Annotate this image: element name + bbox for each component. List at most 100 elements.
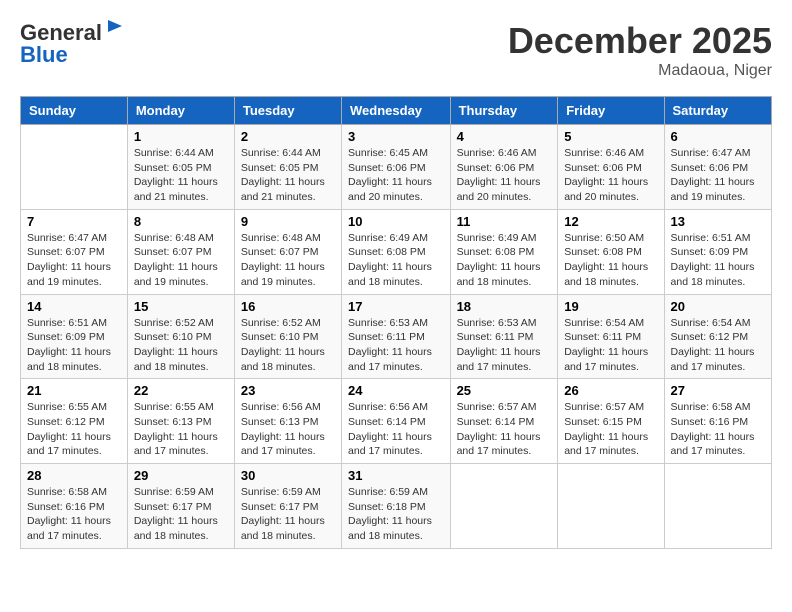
calendar-day-cell: 12Sunrise: 6:50 AM Sunset: 6:08 PM Dayli… (558, 209, 664, 294)
day-detail: Sunrise: 6:51 AM Sunset: 6:09 PM Dayligh… (671, 231, 765, 290)
calendar-day-cell: 31 Sunrise: 6:59 AM Sunset: 6:18 PM Dayli… (342, 464, 451, 549)
day-detail: Sunrise: 6:58 AM Sunset: 6:16 PM Dayligh… (671, 400, 765, 459)
day-detail: Sunrise: 6:51 AM Sunset: 6:09 PM Dayligh… (27, 316, 121, 375)
calendar-day-cell: 17 Sunrise: 6:53 AM Sunset: 6:11 PM Dayli… (342, 294, 451, 379)
month-title: December 2025 (508, 20, 772, 62)
calendar-day-cell: 5 Sunrise: 6:46 AM Sunset: 6:06 PM Daylig… (558, 125, 664, 210)
day-number: 27 (671, 383, 765, 398)
calendar-day-cell: 24 Sunrise: 6:56 AM Sunset: 6:14 PM Dayli… (342, 379, 451, 464)
day-detail: Sunrise: 6:48 AM Sunset: 6:07 PM Dayligh… (241, 231, 335, 290)
calendar-day-cell: 1 Sunrise: 6:44 AM Sunset: 6:05 PM Daylig… (127, 125, 234, 210)
day-number: 17 (348, 299, 444, 314)
calendar-day-cell: 9 Sunrise: 6:48 AM Sunset: 6:07 PM Daylig… (234, 209, 341, 294)
day-number: 7 (27, 214, 121, 229)
day-number: 13 (671, 214, 765, 229)
calendar-day-cell: 20 Sunrise: 6:54 AM Sunset: 6:12 PM Dayli… (664, 294, 771, 379)
day-number: 2 (241, 129, 335, 144)
day-number: 8 (134, 214, 228, 229)
calendar-day-cell: 19Sunrise: 6:54 AM Sunset: 6:11 PM Dayli… (558, 294, 664, 379)
calendar-day-cell (558, 464, 664, 549)
calendar-day-cell (664, 464, 771, 549)
calendar-day-cell: 7 Sunrise: 6:47 AM Sunset: 6:07 PM Daylig… (21, 209, 128, 294)
day-number: 10 (348, 214, 444, 229)
calendar-day-cell: 4 Sunrise: 6:46 AM Sunset: 6:06 PM Daylig… (450, 125, 558, 210)
day-detail: Sunrise: 6:55 AM Sunset: 6:13 PM Dayligh… (134, 400, 228, 459)
day-detail: Sunrise: 6:58 AM Sunset: 6:16 PM Dayligh… (27, 485, 121, 544)
calendar-day-cell: 10Sunrise: 6:49 AM Sunset: 6:08 PM Dayli… (342, 209, 451, 294)
day-detail: Sunrise: 6:47 AM Sunset: 6:06 PM Dayligh… (671, 146, 765, 205)
day-number: 28 (27, 468, 121, 483)
day-number: 22 (134, 383, 228, 398)
day-number: 6 (671, 129, 765, 144)
calendar-day-cell: 26Sunrise: 6:57 AM Sunset: 6:15 PM Dayli… (558, 379, 664, 464)
day-detail: Sunrise: 6:53 AM Sunset: 6:11 PM Dayligh… (348, 316, 444, 375)
day-number: 31 (348, 468, 444, 483)
calendar-day-header: Monday (127, 97, 234, 125)
day-detail: Sunrise: 6:47 AM Sunset: 6:07 PM Dayligh… (27, 231, 121, 290)
day-number: 4 (457, 129, 552, 144)
day-number: 9 (241, 214, 335, 229)
calendar-day-cell: 23 Sunrise: 6:56 AM Sunset: 6:13 PM Dayli… (234, 379, 341, 464)
calendar-day-cell: 30 Sunrise: 6:59 AM Sunset: 6:17 PM Dayli… (234, 464, 341, 549)
day-number: 24 (348, 383, 444, 398)
day-number: 1 (134, 129, 228, 144)
day-number: 3 (348, 129, 444, 144)
day-detail: Sunrise: 6:44 AM Sunset: 6:05 PM Dayligh… (134, 146, 228, 205)
day-detail: Sunrise: 6:52 AM Sunset: 6:10 PM Dayligh… (241, 316, 335, 375)
day-detail: Sunrise: 6:53 AM Sunset: 6:11 PM Dayligh… (457, 316, 552, 375)
calendar-day-cell (21, 125, 128, 210)
day-number: 16 (241, 299, 335, 314)
calendar-day-cell: 22 Sunrise: 6:55 AM Sunset: 6:13 PM Dayli… (127, 379, 234, 464)
calendar-day-cell: 29Sunrise: 6:59 AM Sunset: 6:17 PM Dayli… (127, 464, 234, 549)
calendar-day-header: Sunday (21, 97, 128, 125)
day-number: 23 (241, 383, 335, 398)
calendar-week-row: 14 Sunrise: 6:51 AM Sunset: 6:09 PM Dayli… (21, 294, 772, 379)
day-detail: Sunrise: 6:45 AM Sunset: 6:06 PM Dayligh… (348, 146, 444, 205)
day-number: 29 (134, 468, 228, 483)
day-number: 18 (457, 299, 552, 314)
day-number: 15 (134, 299, 228, 314)
day-number: 14 (27, 299, 121, 314)
calendar-week-row: 21Sunrise: 6:55 AM Sunset: 6:12 PM Dayli… (21, 379, 772, 464)
day-detail: Sunrise: 6:59 AM Sunset: 6:17 PM Dayligh… (241, 485, 335, 544)
calendar-day-cell: 8Sunrise: 6:48 AM Sunset: 6:07 PM Daylig… (127, 209, 234, 294)
calendar-day-cell: 2 Sunrise: 6:44 AM Sunset: 6:05 PM Daylig… (234, 125, 341, 210)
calendar-day-header: Thursday (450, 97, 558, 125)
calendar-day-cell (450, 464, 558, 549)
day-detail: Sunrise: 6:46 AM Sunset: 6:06 PM Dayligh… (457, 146, 552, 205)
calendar-day-cell: 13 Sunrise: 6:51 AM Sunset: 6:09 PM Dayli… (664, 209, 771, 294)
day-number: 5 (564, 129, 657, 144)
calendar-header-row: SundayMondayTuesdayWednesdayThursdayFrid… (21, 97, 772, 125)
calendar-day-cell: 11 Sunrise: 6:49 AM Sunset: 6:08 PM Dayli… (450, 209, 558, 294)
calendar-day-cell: 18 Sunrise: 6:53 AM Sunset: 6:11 PM Dayli… (450, 294, 558, 379)
day-number: 20 (671, 299, 765, 314)
day-detail: Sunrise: 6:52 AM Sunset: 6:10 PM Dayligh… (134, 316, 228, 375)
day-detail: Sunrise: 6:57 AM Sunset: 6:15 PM Dayligh… (564, 400, 657, 459)
logo-flag-icon (104, 18, 124, 38)
calendar-day-cell: 25Sunrise: 6:57 AM Sunset: 6:14 PM Dayli… (450, 379, 558, 464)
calendar-day-cell: 28 Sunrise: 6:58 AM Sunset: 6:16 PM Dayli… (21, 464, 128, 549)
day-number: 25 (457, 383, 552, 398)
calendar-day-cell: 16 Sunrise: 6:52 AM Sunset: 6:10 PM Dayli… (234, 294, 341, 379)
calendar-day-cell: 3 Sunrise: 6:45 AM Sunset: 6:06 PM Daylig… (342, 125, 451, 210)
calendar-day-cell: 6 Sunrise: 6:47 AM Sunset: 6:06 PM Daylig… (664, 125, 771, 210)
day-detail: Sunrise: 6:46 AM Sunset: 6:06 PM Dayligh… (564, 146, 657, 205)
day-number: 11 (457, 214, 552, 229)
day-detail: Sunrise: 6:56 AM Sunset: 6:13 PM Dayligh… (241, 400, 335, 459)
day-number: 21 (27, 383, 121, 398)
calendar-body: 1 Sunrise: 6:44 AM Sunset: 6:05 PM Daylig… (21, 125, 772, 549)
day-detail: Sunrise: 6:54 AM Sunset: 6:12 PM Dayligh… (671, 316, 765, 375)
day-detail: Sunrise: 6:44 AM Sunset: 6:05 PM Dayligh… (241, 146, 335, 205)
calendar-week-row: 28 Sunrise: 6:58 AM Sunset: 6:16 PM Dayli… (21, 464, 772, 549)
calendar-week-row: 1 Sunrise: 6:44 AM Sunset: 6:05 PM Daylig… (21, 125, 772, 210)
day-detail: Sunrise: 6:56 AM Sunset: 6:14 PM Dayligh… (348, 400, 444, 459)
day-detail: Sunrise: 6:49 AM Sunset: 6:08 PM Dayligh… (457, 231, 552, 290)
day-detail: Sunrise: 6:59 AM Sunset: 6:18 PM Dayligh… (348, 485, 444, 544)
calendar-day-cell: 15 Sunrise: 6:52 AM Sunset: 6:10 PM Dayli… (127, 294, 234, 379)
calendar-week-row: 7 Sunrise: 6:47 AM Sunset: 6:07 PM Daylig… (21, 209, 772, 294)
calendar-day-header: Wednesday (342, 97, 451, 125)
day-number: 30 (241, 468, 335, 483)
day-detail: Sunrise: 6:50 AM Sunset: 6:08 PM Dayligh… (564, 231, 657, 290)
calendar-table: SundayMondayTuesdayWednesdayThursdayFrid… (20, 96, 772, 549)
calendar-day-header: Friday (558, 97, 664, 125)
